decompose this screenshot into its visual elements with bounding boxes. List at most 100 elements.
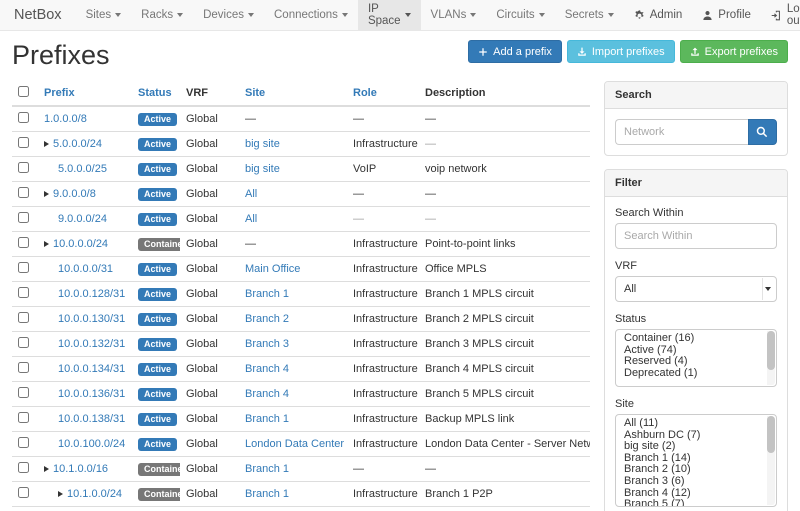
prefix-link[interactable]: 9.0.0.0/8 bbox=[53, 188, 96, 200]
nav-item-profile[interactable]: Profile bbox=[692, 0, 761, 30]
status-badge: Container bbox=[138, 238, 180, 251]
column-header-prefix[interactable]: Prefix bbox=[38, 81, 132, 106]
row-checkbox[interactable] bbox=[18, 462, 29, 473]
site-link[interactable]: Branch 4 bbox=[245, 388, 289, 400]
row-checkbox[interactable] bbox=[18, 187, 29, 198]
row-checkbox[interactable] bbox=[18, 487, 29, 498]
row-checkbox[interactable] bbox=[18, 112, 29, 123]
nav-item-sites[interactable]: Sites bbox=[76, 0, 132, 30]
nav-item-circuits[interactable]: Circuits bbox=[486, 0, 554, 30]
site-link[interactable]: big site bbox=[245, 163, 280, 175]
listbox-option[interactable]: Deprecated (1) bbox=[616, 368, 764, 380]
site-link[interactable]: Branch 1 bbox=[245, 413, 289, 425]
row-checkbox[interactable] bbox=[18, 137, 29, 148]
status-cell: Active bbox=[132, 257, 180, 282]
prefix-link[interactable]: 10.0.0.132/31 bbox=[58, 338, 125, 350]
site-cell: London Data Center bbox=[239, 432, 347, 457]
nav-item-racks[interactable]: Racks bbox=[131, 0, 193, 30]
prefix-link[interactable]: 10.0.0.128/31 bbox=[58, 288, 125, 300]
vrf-select[interactable]: All bbox=[615, 276, 777, 302]
status-listbox[interactable]: Container (16)Active (74)Reserved (4)Dep… bbox=[615, 329, 777, 387]
status-badge: Active bbox=[138, 163, 177, 176]
role-cell: Infrastructure bbox=[347, 482, 419, 507]
role-text: Infrastructure bbox=[353, 388, 418, 400]
prefix-link[interactable]: 10.0.0.134/31 bbox=[58, 363, 125, 375]
prefix-cell: 9.0.0.0/24 bbox=[38, 207, 132, 232]
row-checkbox[interactable] bbox=[18, 262, 29, 273]
site-link[interactable]: Branch 1 bbox=[245, 288, 289, 300]
search-within-input[interactable] bbox=[615, 223, 777, 249]
nav-item-vlans[interactable]: VLANs bbox=[421, 0, 487, 30]
row-checkbox[interactable] bbox=[18, 337, 29, 348]
site-link[interactable]: Branch 3 bbox=[245, 338, 289, 350]
column-header-status[interactable]: Status bbox=[132, 81, 180, 106]
site-link[interactable]: Branch 4 bbox=[245, 363, 289, 375]
prefix-link[interactable]: 10.0.0.130/31 bbox=[58, 313, 125, 325]
prefix-link[interactable]: 10.0.0.138/31 bbox=[58, 413, 125, 425]
row-checkbox[interactable] bbox=[18, 362, 29, 373]
prefix-link[interactable]: 10.0.0.0/24 bbox=[53, 238, 108, 250]
nav-item-log-out[interactable]: Log out bbox=[761, 0, 800, 30]
row-checkbox[interactable] bbox=[18, 237, 29, 248]
prefix-link[interactable]: 1.0.0.0/8 bbox=[44, 113, 87, 125]
status-cell: Active bbox=[132, 432, 180, 457]
site-link[interactable]: Branch 1 bbox=[245, 488, 289, 500]
scrollbar[interactable] bbox=[767, 331, 775, 385]
expand-arrow-icon bbox=[44, 241, 49, 247]
status-badge: Active bbox=[138, 188, 177, 201]
role-cell: Infrastructure bbox=[347, 407, 419, 432]
nav-item-devices[interactable]: Devices bbox=[193, 0, 264, 30]
scrollbar[interactable] bbox=[767, 416, 775, 505]
prefix-link[interactable]: 10.0.0.136/31 bbox=[58, 388, 125, 400]
listbox-option[interactable]: All (11) bbox=[616, 418, 764, 430]
table-row: 10.0.0.0/24ContainerGlobal—Infrastructur… bbox=[12, 232, 590, 257]
select-all-checkbox[interactable] bbox=[18, 86, 29, 97]
row-checkbox[interactable] bbox=[18, 387, 29, 398]
column-header-site[interactable]: Site bbox=[239, 81, 347, 106]
prefix-link[interactable]: 10.1.0.0/24 bbox=[67, 488, 122, 500]
site-link[interactable]: All bbox=[245, 213, 257, 225]
row-checkbox[interactable] bbox=[18, 212, 29, 223]
search-button[interactable] bbox=[748, 119, 777, 145]
listbox-option[interactable]: Branch 5 (7) bbox=[616, 499, 764, 507]
prefix-cell: 10.0.0.132/31 bbox=[38, 332, 132, 357]
status-badge: Active bbox=[138, 388, 177, 401]
site-link[interactable]: Branch 1 bbox=[245, 463, 289, 475]
prefix-link[interactable]: 5.0.0.0/25 bbox=[58, 163, 107, 175]
site-link[interactable]: Branch 2 bbox=[245, 313, 289, 325]
row-checkbox[interactable] bbox=[18, 162, 29, 173]
table-row: 10.0.0.138/31ActiveGlobalBranch 1Infrast… bbox=[12, 407, 590, 432]
site-listbox[interactable]: All (11)Ashburn DC (7)big site (2)Branch… bbox=[615, 414, 777, 507]
description-cell: Branch 1 P2P bbox=[419, 482, 590, 507]
prefix-link[interactable]: 10.0.100.0/24 bbox=[58, 438, 125, 450]
role-text: Infrastructure bbox=[353, 313, 418, 325]
export-prefixes-button[interactable]: Export prefixes bbox=[680, 40, 788, 63]
prefix-link[interactable]: 9.0.0.0/24 bbox=[58, 213, 107, 225]
site-link[interactable]: London Data Center bbox=[245, 438, 344, 450]
prefix-link[interactable]: 10.0.0.0/31 bbox=[58, 263, 113, 275]
nav-item-ip-space[interactable]: IP Space bbox=[358, 0, 421, 30]
nav-item-secrets[interactable]: Secrets bbox=[555, 0, 624, 30]
nav-item-label: Connections bbox=[274, 9, 338, 21]
import-prefixes-button[interactable]: Import prefixes bbox=[567, 40, 675, 63]
prefix-link[interactable]: 10.1.0.0/16 bbox=[53, 463, 108, 475]
prefix-link[interactable]: 5.0.0.0/24 bbox=[53, 138, 102, 150]
row-checkbox[interactable] bbox=[18, 437, 29, 448]
prefix-cell: 10.0.0.0/24 bbox=[38, 232, 132, 257]
nav-item-connections[interactable]: Connections bbox=[264, 0, 358, 30]
empty-value: — bbox=[425, 213, 436, 225]
search-input[interactable] bbox=[615, 119, 748, 145]
site-link[interactable]: All bbox=[245, 188, 257, 200]
row-checkbox[interactable] bbox=[18, 287, 29, 298]
status-cell: Active bbox=[132, 332, 180, 357]
column-header-role[interactable]: Role bbox=[347, 81, 419, 106]
row-checkbox[interactable] bbox=[18, 312, 29, 323]
listbox-option[interactable]: Branch 3 (6) bbox=[616, 476, 764, 488]
listbox-option[interactable]: Container (16) bbox=[616, 333, 764, 345]
add-a-prefix-button[interactable]: Add a prefix bbox=[468, 40, 562, 63]
site-link[interactable]: Main Office bbox=[245, 263, 300, 275]
site-link[interactable]: big site bbox=[245, 138, 280, 150]
nav-item-admin[interactable]: Admin bbox=[624, 0, 693, 30]
brand-netbox[interactable]: NetBox bbox=[0, 0, 76, 30]
row-checkbox[interactable] bbox=[18, 412, 29, 423]
